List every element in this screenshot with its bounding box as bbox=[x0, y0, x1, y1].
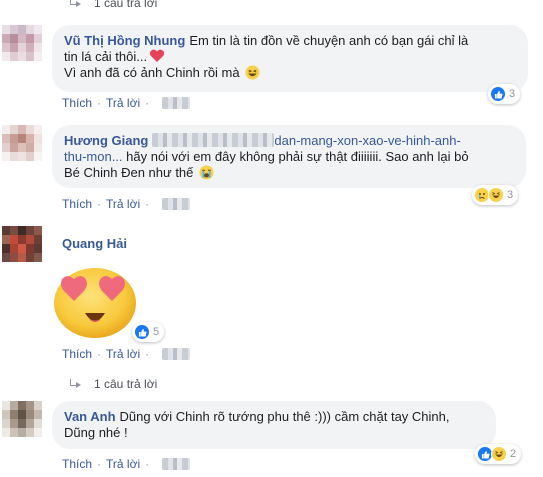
avatar[interactable] bbox=[2, 401, 42, 437]
grinning-squinting-emoji-icon bbox=[245, 65, 260, 80]
view-replies-label: 1 câu trả lời bbox=[94, 0, 158, 10]
reaction-summary[interactable]: 5 bbox=[132, 322, 165, 342]
like-button[interactable]: Thích bbox=[62, 96, 92, 110]
comment-author[interactable]: Vũ Thị Hồng Nhung bbox=[64, 33, 185, 48]
separator: · bbox=[145, 457, 150, 471]
comment-bubble: Hương Giang dan-mang-xon-xao-ve-hinh-anh-… bbox=[52, 125, 526, 188]
view-replies-label: 1 câu trả lời bbox=[94, 377, 158, 391]
reply-button[interactable]: Trả lời bbox=[106, 197, 140, 211]
view-replies-link[interactable]: 1 câu trả lời bbox=[68, 0, 157, 10]
like-reaction-icon bbox=[490, 86, 506, 102]
comment-actions: Thích · Trả lời · bbox=[62, 457, 191, 471]
heart-icon bbox=[150, 49, 165, 62]
comment-link[interactable]: thu-mon... bbox=[64, 149, 123, 164]
comment-bubble: Vũ Thị Hồng Nhung Em tin là tin đồn về ch… bbox=[52, 25, 528, 92]
comment-author[interactable]: Quang Hải bbox=[62, 236, 127, 251]
comment-text: Dũng nhé ! bbox=[64, 425, 128, 440]
reaction-count: 3 bbox=[507, 189, 514, 201]
avatar[interactable] bbox=[2, 25, 42, 61]
comment-actions: Thích · Trả lời · bbox=[62, 197, 191, 211]
timestamp-redacted bbox=[162, 458, 191, 470]
view-replies-link[interactable]: 1 câu trả lời bbox=[68, 377, 157, 391]
reaction-summary[interactable]: 2 bbox=[475, 444, 522, 464]
like-button[interactable]: Thích bbox=[62, 197, 92, 211]
comment-text: Bé Chinh Đen như thế bbox=[64, 165, 194, 180]
comment-text: Dũng với Chinh rõ tướng phu thê :))) cầm… bbox=[119, 409, 450, 424]
reaction-count: 5 bbox=[153, 326, 160, 338]
like-button[interactable]: Thích bbox=[62, 457, 92, 471]
comment-link[interactable]: dan-mang-xon-xao-ve-hinh-anh- bbox=[274, 133, 460, 148]
timestamp-redacted bbox=[162, 198, 191, 210]
separator: · bbox=[97, 96, 102, 110]
comment-author[interactable]: Van Anh bbox=[64, 409, 116, 424]
comment-text: hãy nói với em đây không phải sự thật đi… bbox=[122, 149, 469, 164]
comment-text: Vì anh đã có ảnh Chinh rồi mà bbox=[64, 65, 240, 80]
comment-text: Em tin là tin đồn về chuyện anh có bạn g… bbox=[189, 33, 469, 48]
separator: · bbox=[97, 347, 102, 361]
avatar[interactable] bbox=[2, 125, 42, 161]
separator: · bbox=[145, 197, 150, 211]
like-button[interactable]: Thích bbox=[62, 347, 92, 361]
like-reaction-icon bbox=[134, 324, 150, 340]
heart-eyes-emoji-icon bbox=[54, 268, 136, 338]
separator: · bbox=[97, 197, 102, 211]
timestamp-redacted bbox=[162, 348, 191, 360]
reply-button[interactable]: Trả lời bbox=[106, 457, 140, 471]
reply-arrow-icon bbox=[68, 379, 82, 389]
comment-actions: Thích · Trả lời · bbox=[62, 96, 191, 110]
reply-button[interactable]: Trả lời bbox=[106, 347, 140, 361]
comment-text: tin lá cải thôi... bbox=[64, 49, 148, 64]
comment-bubble: Van Anh Dũng với Chinh rõ tướng phu thê :… bbox=[52, 401, 496, 449]
reply-button[interactable]: Trả lời bbox=[106, 96, 140, 110]
separator: · bbox=[145, 347, 150, 361]
haha-reaction-icon bbox=[488, 187, 504, 203]
reaction-summary[interactable]: 3 bbox=[488, 84, 521, 104]
comment-author[interactable]: Hương Giang bbox=[64, 133, 148, 148]
redacted-link bbox=[152, 133, 275, 147]
reaction-summary[interactable]: 3 bbox=[472, 185, 519, 205]
haha-reaction-icon bbox=[491, 446, 507, 462]
separator: · bbox=[97, 457, 102, 471]
timestamp-redacted bbox=[162, 97, 191, 109]
separator: · bbox=[145, 96, 150, 110]
loudly-crying-emoji-icon bbox=[199, 165, 214, 180]
avatar[interactable] bbox=[2, 226, 42, 262]
comment-actions: Thích · Trả lời · bbox=[62, 347, 191, 361]
reply-arrow-icon bbox=[68, 0, 82, 8]
reaction-count: 3 bbox=[509, 88, 516, 100]
reaction-count: 2 bbox=[510, 448, 517, 460]
